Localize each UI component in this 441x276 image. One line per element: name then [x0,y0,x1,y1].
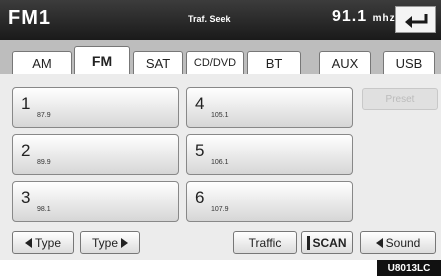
preset-number: 5 [195,141,205,160]
preset-button-1[interactable]: 1 87.9 [12,87,179,128]
preset-button-2[interactable]: 2 89.9 [12,134,179,175]
preset-frequency: 107.9 [211,206,229,213]
preset-button-5[interactable]: 5 106.1 [186,134,353,175]
tab-sat[interactable]: SAT [133,51,183,74]
tab-bt[interactable]: BT [247,51,301,74]
type-next-label: Type [91,235,118,250]
preset-frequency: 98.1 [37,206,51,213]
sound-button[interactable]: Sound [360,231,436,254]
preset-button-4[interactable]: 4 105.1 [186,87,353,128]
source-tabs: AM FM SAT CD/DVD BT AUX USB [0,40,441,74]
scan-bar-icon [307,235,311,250]
preset-button-6[interactable]: 6 107.9 [186,181,353,222]
type-next-button[interactable]: Type [80,231,140,254]
preset-frequency: 105.1 [211,112,229,119]
arrow-left-icon [375,237,383,248]
tab-aux[interactable]: AUX [319,51,371,74]
back-button[interactable] [395,6,436,33]
traffic-seek-label: Traf. Seek [188,14,231,24]
preset-number: 1 [21,94,31,113]
preset-number: 2 [21,141,31,160]
header-bar: FM1 Traf. Seek 91.1 mhz [0,0,441,40]
frequency-unit: mhz [372,13,396,24]
tab-fm[interactable]: FM [74,46,130,74]
preset-button-3[interactable]: 3 98.1 [12,181,179,222]
back-arrow-icon [404,13,427,28]
traffic-label: Traffic [248,235,282,250]
scan-label: SCAN [312,235,347,250]
arrow-left-icon [24,237,32,248]
tab-am[interactable]: AM [12,51,72,74]
preset-frequency: 89.9 [37,159,51,166]
scan-button[interactable]: SCAN [301,231,353,254]
frequency-value: 91.1 [332,8,368,25]
sound-label: Sound [385,235,421,250]
preset-number: 6 [195,188,205,207]
figure-code: U8013LC [377,260,441,276]
tab-cd-dvd[interactable]: CD/DVD [186,51,244,74]
preset-frequency: 106.1 [211,159,229,166]
arrow-right-icon [121,237,128,248]
type-prev-label: Type [34,235,61,250]
band-title: FM1 [8,7,51,29]
preset-side-button[interactable]: Preset [362,88,438,110]
preset-number: 4 [195,94,205,113]
tab-usb[interactable]: USB [383,51,435,74]
preset-number: 3 [21,188,31,207]
traffic-button[interactable]: Traffic [233,231,297,254]
current-frequency: 91.1 mhz [332,8,396,26]
preset-frequency: 87.9 [37,112,51,119]
type-prev-button[interactable]: Type [12,231,74,254]
